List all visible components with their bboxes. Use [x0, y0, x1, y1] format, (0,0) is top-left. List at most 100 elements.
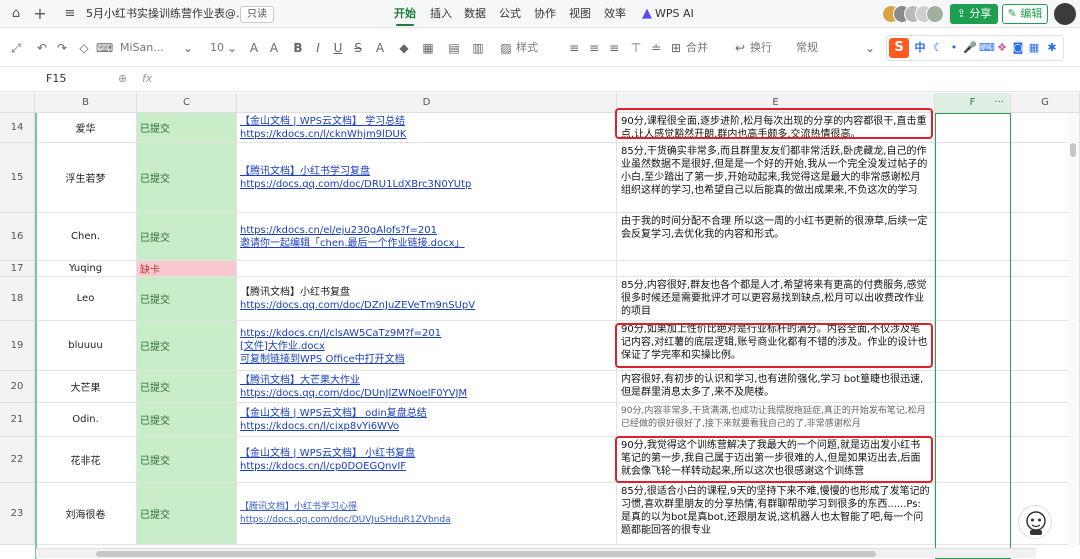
share-button[interactable]: ⇪ 分享 — [950, 4, 998, 24]
empty-cell-f[interactable] — [935, 321, 1011, 371]
column-menu-icon[interactable]: ··· — [994, 93, 1004, 113]
row-header[interactable]: 22 — [0, 437, 35, 483]
number-format-select[interactable]: 常规 — [796, 40, 818, 56]
link-cell[interactable]: https://kdocs.cn/l/clsAW5CaTz9M?f=201 [文件… — [237, 321, 617, 371]
document-link[interactable]: 【金山文档 | WPS云文档】 odin复盘总结 — [240, 407, 613, 420]
link-cell[interactable]: https://kdocs.cn/el/eju230gAlofs?f=201 邀请… — [237, 213, 617, 261]
document-link[interactable]: [文件]大作业.docx — [240, 340, 613, 353]
empty-cell-f[interactable] — [935, 403, 1011, 437]
menu-tab-insert[interactable]: 插入 — [430, 0, 452, 28]
link-cell[interactable]: 【腾讯文档】大芒果大作业 https://docs.qq.com/doc/DUnJ… — [237, 371, 617, 403]
row-header[interactable]: 17 — [0, 261, 35, 277]
document-link[interactable]: 【金山文档 | WPS云文档】 学习总结 — [240, 115, 613, 128]
status-cell[interactable]: 已提交 — [137, 213, 237, 261]
name-cell[interactable]: Odin. — [35, 403, 137, 437]
document-link[interactable]: https://docs.qq.com/doc/DUVJuSHduR1ZVbnd… — [240, 514, 613, 527]
empty-cell-f[interactable] — [935, 213, 1011, 261]
comment-cell[interactable]: 85分,内容很好,群友也各个都是人才,希望将来有更高的付费服务,感觉很多时候还是… — [617, 277, 935, 321]
empty-cell-f[interactable] — [935, 437, 1011, 483]
link-cell[interactable] — [237, 261, 617, 277]
row-header[interactable]: 20 — [0, 371, 35, 403]
column-header-d[interactable]: D — [237, 93, 617, 113]
document-link[interactable]: 【腾讯文档】大芒果大作业 — [240, 374, 613, 387]
comment-cell[interactable]: 90分,内容非常多,干货满满,也成功让我摆脱拖延症,真正的开始发布笔记,松月已经… — [617, 403, 935, 437]
chevron-down-icon[interactable]: ⌄ — [180, 40, 196, 56]
status-cell[interactable]: 已提交 — [137, 371, 237, 403]
comment-cell[interactable]: 85分,干货确实非常多,而且群里友友们都非常活跃,卧虎藏龙,自己的作业虽然数据不… — [617, 143, 935, 213]
strikethrough-icon[interactable]: S — [350, 40, 366, 56]
menu-tab-home[interactable]: 开始 — [394, 0, 416, 28]
merge-icon[interactable]: ⊞ — [668, 40, 684, 56]
name-cell[interactable]: Leo — [35, 277, 137, 321]
document-link[interactable]: 可复制链接到WPS Office中打开文档 — [240, 353, 613, 366]
link-cell[interactable]: 【金山文档 | WPS云文档】 小红书复盘 https://kdocs.cn/l/… — [237, 437, 617, 483]
gamepad-icon[interactable]: ◙ — [1011, 40, 1025, 56]
name-cell[interactable]: Yuqing — [35, 261, 137, 277]
column-header-e[interactable]: E — [617, 93, 935, 113]
apps-grid-icon[interactable]: ▦ — [1027, 40, 1041, 56]
menu-tab-formula[interactable]: 公式 — [499, 0, 521, 28]
menu-icon[interactable]: ≡ — [62, 6, 78, 22]
row-header[interactable]: 16 — [0, 213, 35, 261]
scroll-thumb[interactable] — [96, 551, 876, 557]
wrap-dropdown[interactable]: 换行 — [750, 40, 772, 56]
link-cell[interactable]: 【腾讯文档】小红书复盘 https://docs.qq.com/doc/DZnJu… — [237, 277, 617, 321]
column-header-g[interactable]: G — [1011, 93, 1080, 113]
column-header-c[interactable]: C — [137, 93, 237, 113]
moon-icon[interactable]: ☾ — [931, 40, 945, 56]
document-link[interactable]: https://docs.qq.com/doc/DZnJuZEVeTm9nSUp… — [240, 299, 613, 312]
status-cell[interactable]: 已提交 — [137, 277, 237, 321]
style-icon[interactable]: ▨ — [498, 40, 514, 56]
document-link[interactable]: 【腾讯文档】小红书学习心得 — [240, 501, 613, 514]
freeze-icon[interactable]: ▤ — [446, 40, 462, 56]
undo-icon[interactable]: ↶ — [34, 40, 50, 56]
row-header[interactable]: 14 — [0, 113, 35, 143]
edit-button[interactable]: ✎ 编辑 — [1002, 4, 1048, 24]
merge-dropdown[interactable]: 合并 — [686, 40, 708, 56]
document-link[interactable]: https://kdocs.cn/l/cknWhjm9lDUK — [240, 128, 613, 141]
redo-icon[interactable]: ↷ — [54, 40, 70, 56]
name-cell[interactable]: 刘海很卷 — [35, 483, 137, 545]
vertical-scrollbar[interactable] — [1068, 113, 1078, 547]
row-header[interactable]: 21 — [0, 403, 35, 437]
name-cell[interactable]: 浮生若梦 — [35, 143, 137, 213]
empty-cell-f[interactable] — [935, 483, 1011, 545]
status-cell[interactable]: 已提交 — [137, 437, 237, 483]
wrap-icon[interactable]: ↩ — [732, 40, 748, 56]
name-cell[interactable]: 花非花 — [35, 437, 137, 483]
clear-icon[interactable]: ◇ — [76, 40, 92, 56]
menu-tab-wps-ai[interactable]: WPS AI — [655, 0, 694, 28]
menu-tab-collaborate[interactable]: 协作 — [534, 0, 556, 28]
assistant-robot-icon[interactable] — [1018, 505, 1052, 539]
link-cell[interactable]: 【腾讯文档】小红书学习复盘 https://docs.qq.com/doc/DRU… — [237, 143, 617, 213]
document-link[interactable]: https://kdocs.cn/l/cp0DOEGQnvIF — [240, 460, 613, 473]
align-left-icon[interactable]: ≡ — [566, 40, 582, 56]
style-dropdown[interactable]: 样式 — [516, 40, 538, 56]
name-cell[interactable]: 爱华 — [35, 113, 137, 143]
column-header-b[interactable]: B — [35, 93, 137, 113]
empty-cell-f[interactable] — [935, 113, 1011, 143]
comment-cell[interactable]: 内容很好,有初步的认识和学习,也有进阶强化,学习 bot篁睫也很迅速, 但是群里… — [617, 371, 935, 403]
keyboard-icon[interactable]: ⌨ — [979, 40, 995, 56]
home-icon[interactable]: ⌂ — [8, 6, 24, 22]
menu-tab-data[interactable]: 数据 — [464, 0, 486, 28]
comment-cell[interactable]: 由于我的时间分配不合理 所以这一周的小红书更新的很潦草,后续一定会反复学习,去优… — [617, 213, 935, 261]
document-link[interactable]: 【金山文档 | WPS云文档】 小红书复盘 — [240, 447, 613, 460]
menu-tab-efficiency[interactable]: 效率 — [604, 0, 626, 28]
document-link[interactable]: 邀请你一起编辑「chen.最后一个作业链接.docx」 — [240, 237, 613, 250]
comment-cell[interactable]: 90分,我觉得这个训练营解决了我最大的一个问题,就是迈出发小红书笔记的第一步,我… — [617, 437, 935, 483]
row-header[interactable]: 23 — [0, 483, 35, 545]
new-tab-plus-icon[interactable]: + — [32, 6, 48, 22]
settings-icon[interactable]: ✱ — [1045, 40, 1059, 56]
name-cell[interactable]: bluuuu — [35, 321, 137, 371]
comment-cell[interactable]: 90分,课程很全面,逐步进阶,松月每次出现的分享的内容都很干,直击重点,让人感觉… — [617, 113, 935, 143]
expand-icon[interactable]: ⤢ — [8, 40, 24, 56]
comment-cell[interactable]: 90分,如果加上性价比绝对是行业标杆的满分。内容全面,不仅涉及笔记内容,对红薯的… — [617, 321, 935, 371]
user-avatar[interactable] — [1054, 3, 1076, 25]
font-name-select[interactable]: MiSan... — [120, 40, 182, 56]
skin-icon[interactable]: ❖ — [995, 40, 1009, 56]
row-header[interactable]: 18 — [0, 277, 35, 321]
decrease-font-icon[interactable]: A — [266, 40, 282, 56]
select-all-corner[interactable] — [0, 93, 35, 113]
punctuation-icon[interactable]: • — [947, 40, 961, 56]
